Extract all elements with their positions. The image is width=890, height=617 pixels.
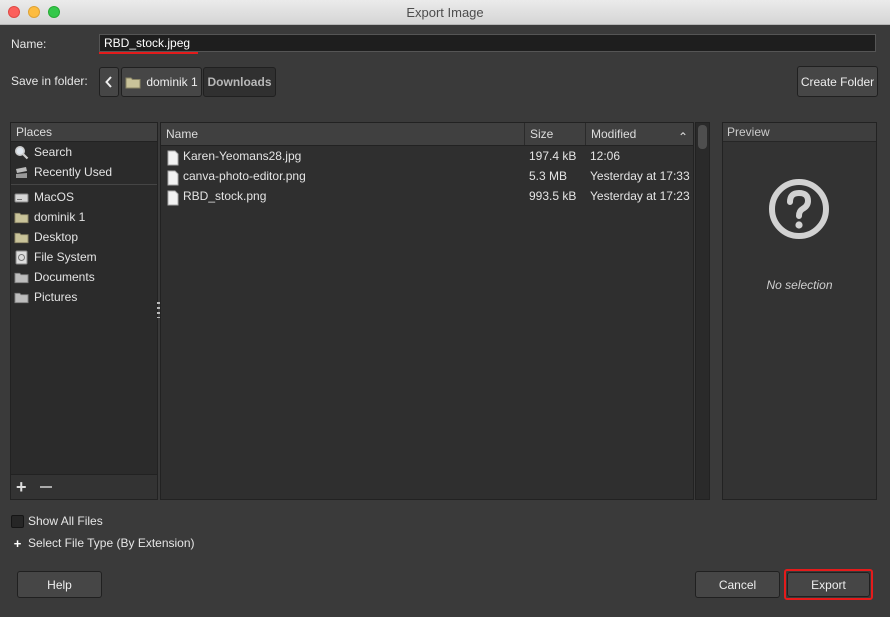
name-label: Name: bbox=[11, 37, 47, 51]
show-all-files-checkbox[interactable] bbox=[11, 514, 24, 528]
save-in-folder-label: Save in folder: bbox=[11, 74, 88, 88]
table-row[interactable]: RBD_stock.png 993.5 kB Yesterday at 17:2… bbox=[161, 186, 693, 206]
table-row[interactable]: canva-photo-editor.png 5.3 MB Yesterday … bbox=[161, 166, 693, 186]
create-folder-button[interactable]: Create Folder bbox=[797, 66, 878, 97]
place-macos[interactable]: MacOS bbox=[11, 187, 157, 207]
scrollbar-thumb[interactable] bbox=[698, 125, 707, 149]
file-icon bbox=[167, 190, 179, 206]
select-file-type-expander[interactable]: + Select File Type (By Extension) bbox=[11, 535, 195, 551]
search-icon bbox=[15, 145, 29, 159]
place-desktop[interactable]: Desktop bbox=[11, 227, 157, 247]
question-mark-icon bbox=[769, 179, 829, 239]
plus-icon: + bbox=[13, 535, 22, 551]
column-header-name[interactable]: Name bbox=[161, 123, 525, 145]
file-icon bbox=[167, 170, 179, 186]
places-header: Places bbox=[11, 123, 157, 142]
filesystem-icon bbox=[15, 250, 28, 264]
remove-bookmark-button[interactable] bbox=[40, 486, 52, 488]
place-dominik[interactable]: dominik 1 bbox=[11, 207, 157, 227]
sort-ascending-icon: ⌃ bbox=[677, 130, 688, 144]
window-title: Export Image bbox=[406, 5, 484, 20]
column-header-modified[interactable]: Modified ⌃ bbox=[586, 123, 695, 145]
home-folder-icon bbox=[14, 212, 29, 223]
recent-icon bbox=[16, 166, 27, 178]
place-pictures[interactable]: Pictures bbox=[11, 287, 157, 307]
export-button[interactable]: Export bbox=[787, 572, 870, 597]
filename-highlight bbox=[99, 52, 198, 54]
folder-icon bbox=[14, 232, 29, 243]
title-bar: Export Image bbox=[0, 0, 890, 25]
folder-icon bbox=[14, 292, 29, 303]
cancel-button[interactable]: Cancel bbox=[695, 571, 780, 598]
breadcrumb-downloads[interactable]: Downloads bbox=[203, 67, 276, 97]
place-search[interactable]: Search bbox=[11, 142, 157, 162]
preview-status: No selection bbox=[766, 278, 833, 292]
breadcrumb-back-button[interactable] bbox=[99, 67, 119, 97]
places-separator bbox=[11, 184, 157, 185]
help-button[interactable]: Help bbox=[17, 571, 102, 598]
preview-panel: Preview No selection bbox=[722, 122, 877, 500]
breadcrumb-label: dominik 1 bbox=[146, 75, 198, 89]
places-toolbar: + bbox=[11, 474, 157, 499]
filename-input[interactable]: RBD_stock.jpeg bbox=[99, 34, 876, 52]
place-documents[interactable]: Documents bbox=[11, 267, 157, 287]
breadcrumb-dominik[interactable]: dominik 1 bbox=[121, 67, 202, 97]
drive-icon bbox=[14, 193, 29, 202]
table-row[interactable]: Karen-Yeomans28.jpg 197.4 kB 12:06 bbox=[161, 146, 693, 166]
folder-icon bbox=[14, 272, 29, 283]
place-file-system[interactable]: File System bbox=[11, 247, 157, 267]
chevron-left-icon bbox=[105, 76, 112, 88]
place-recently-used[interactable]: Recently Used bbox=[11, 162, 157, 182]
file-list: Name Size Modified ⌃ Karen-Yeomans28.jpg… bbox=[160, 122, 694, 500]
show-all-files-option[interactable]: Show All Files bbox=[11, 514, 103, 528]
home-folder-icon bbox=[125, 77, 141, 88]
file-list-header: Name Size Modified ⌃ bbox=[161, 123, 693, 146]
add-bookmark-button[interactable]: + bbox=[16, 477, 27, 498]
column-header-size[interactable]: Size bbox=[525, 123, 586, 145]
preview-header: Preview bbox=[723, 123, 876, 142]
file-list-scrollbar[interactable] bbox=[695, 122, 710, 500]
places-panel: Places Search Recently Used MacOS domini… bbox=[10, 122, 158, 500]
file-icon bbox=[167, 150, 179, 166]
